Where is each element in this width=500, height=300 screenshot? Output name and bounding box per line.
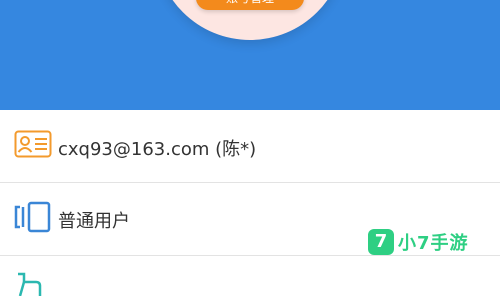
user-type-label: 普通用户	[58, 211, 130, 232]
email-label: cxq93@163.com (陈*)	[58, 139, 257, 160]
user-type-icon	[14, 201, 52, 237]
profile-header: 账号管理	[0, 0, 500, 110]
id-card-icon	[14, 130, 52, 162]
list-item-email[interactable]: cxq93@163.com (陈*)	[0, 110, 500, 183]
account-manage-button[interactable]: 账号管理	[196, 0, 304, 10]
list-item-third[interactable]	[0, 256, 500, 297]
hand-icon	[14, 270, 52, 300]
watermark-logo-icon: 7	[368, 229, 394, 255]
site-watermark: 7 小7手游	[368, 228, 469, 256]
watermark-text: 小7手游	[398, 233, 469, 254]
